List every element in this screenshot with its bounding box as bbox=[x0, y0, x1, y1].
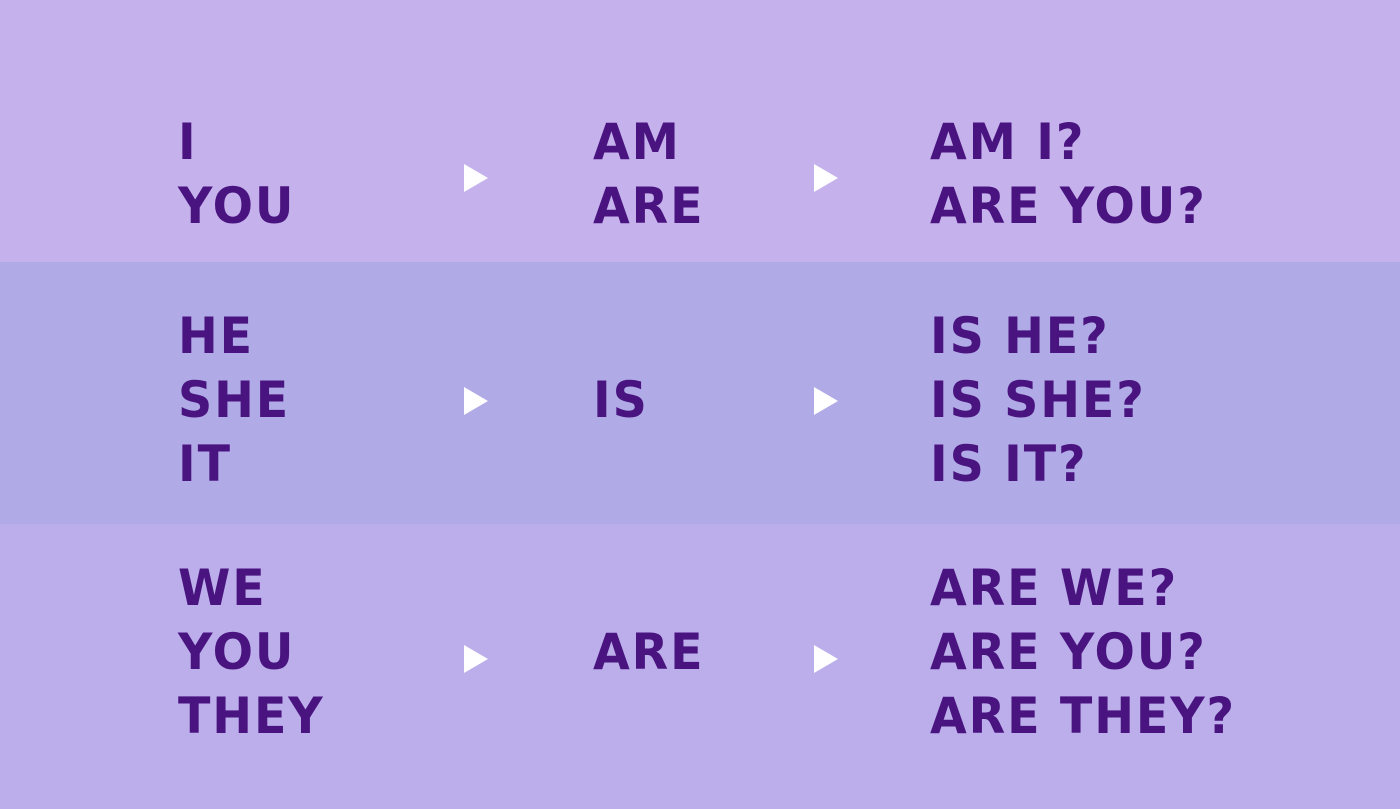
play-triangle-icon bbox=[464, 645, 488, 673]
subject-pronoun: YOU bbox=[178, 623, 296, 681]
row-band-1: I YOU AM ARE AM I? ARE YOU? bbox=[0, 0, 1400, 262]
subject-pronoun: HE bbox=[178, 307, 255, 365]
subject-column: HE SHE IT bbox=[178, 304, 296, 496]
question-column: IS HE? IS SHE? IS IT? bbox=[930, 304, 1157, 496]
play-triangle-icon bbox=[814, 164, 838, 192]
question-form: ARE YOU? bbox=[930, 177, 1207, 235]
question-form: IS HE? bbox=[930, 307, 1110, 365]
subject-pronoun: THEY bbox=[178, 687, 325, 745]
question-form: IS SHE? bbox=[930, 371, 1146, 429]
verb-column: IS bbox=[593, 368, 652, 432]
subject-column: WE YOU THEY bbox=[178, 556, 332, 748]
verb-column: AM ARE bbox=[593, 110, 710, 238]
row-band-3: WE YOU THEY ARE ARE WE? ARE YOU? ARE THE… bbox=[0, 524, 1400, 809]
question-form: IS IT? bbox=[930, 435, 1088, 493]
verb-form: ARE bbox=[593, 177, 705, 235]
question-form: ARE YOU? bbox=[930, 623, 1207, 681]
question-column: ARE WE? ARE YOU? ARE THEY? bbox=[930, 556, 1252, 748]
verb-form: AM bbox=[593, 113, 681, 171]
play-triangle-icon bbox=[464, 387, 488, 415]
subject-pronoun: WE bbox=[178, 559, 267, 617]
question-form: ARE WE? bbox=[930, 559, 1179, 617]
play-triangle-icon bbox=[814, 387, 838, 415]
verb-column: ARE bbox=[593, 620, 710, 684]
question-form: AM I? bbox=[930, 113, 1086, 171]
subject-pronoun: I bbox=[178, 113, 198, 171]
verb-form: ARE bbox=[593, 623, 705, 681]
verb-form: IS bbox=[593, 371, 649, 429]
question-column: AM I? ARE YOU? bbox=[930, 110, 1221, 238]
subject-pronoun: YOU bbox=[178, 177, 296, 235]
subject-pronoun: SHE bbox=[178, 371, 291, 429]
row-band-2: HE SHE IT IS IS HE? IS SHE? IS IT? bbox=[0, 262, 1400, 524]
play-triangle-icon bbox=[814, 645, 838, 673]
play-triangle-icon bbox=[464, 164, 488, 192]
subject-pronoun: IT bbox=[178, 435, 232, 493]
subject-column: I YOU bbox=[178, 110, 302, 238]
question-form: ARE THEY? bbox=[930, 687, 1236, 745]
